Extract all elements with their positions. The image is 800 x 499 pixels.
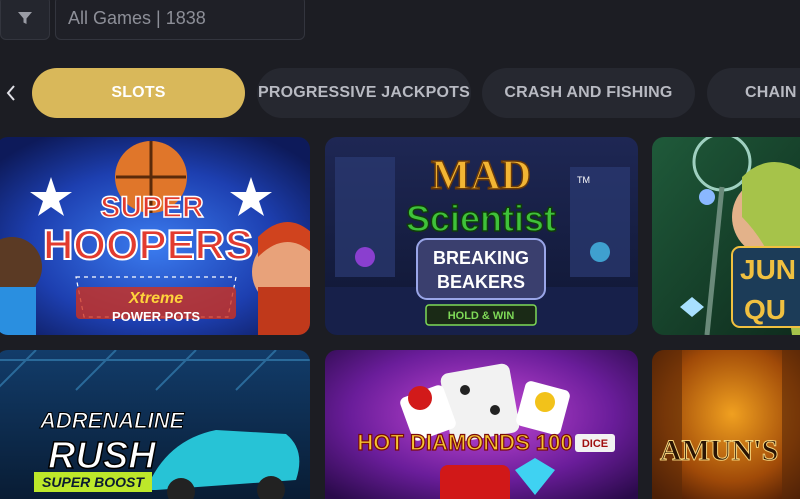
jungle-queen-line1: JUN xyxy=(740,254,796,285)
mad-scientist-line1: MAD xyxy=(431,153,531,199)
tab-progressive-jackpots-label: PROGRESSIVE JACKPOTS xyxy=(257,84,471,101)
adrenaline-rush-line2: RUSH xyxy=(48,435,157,477)
tab-crash-and-fishing[interactable]: CRASH AND FISHING xyxy=(482,68,695,118)
mad-scientist-line2: Scientist xyxy=(406,198,556,239)
mad-scientist-sub2: BEAKERS xyxy=(437,272,525,292)
hot-diamonds-badge: DICE xyxy=(582,438,608,450)
filter-button[interactable] xyxy=(0,0,50,40)
mad-scientist-tm: TM xyxy=(577,175,590,185)
amuns-book-line1: AMUN'S xyxy=(660,434,778,467)
chevron-left-icon xyxy=(6,85,15,101)
adrenaline-rush-artwork: ADRENALINE RUSH SUPER BOOST xyxy=(0,350,310,499)
tabs-scroll-left-button[interactable] xyxy=(0,78,22,108)
hot-diamonds-line1: HOT DIAMONDS 100 xyxy=(357,430,572,455)
mad-scientist-badge: HOLD & WIN xyxy=(448,310,515,322)
super-hoopers-sub2: POWER POTS xyxy=(112,309,200,324)
super-hoopers-line2: HOOPERS xyxy=(43,221,253,268)
jungle-queen-line2: QU xyxy=(744,294,786,325)
game-search-value: All Games | 1838 xyxy=(68,7,206,28)
tab-chain[interactable]: CHAIN xyxy=(707,68,800,118)
super-hoopers-line1: SUPER xyxy=(100,191,204,224)
game-card-hot-diamonds[interactable]: HOT DIAMONDS 100 DICE xyxy=(325,350,638,499)
tab-progressive-jackpots[interactable]: PROGRESSIVE JACKPOTS xyxy=(257,68,471,118)
mad-scientist-sub1: BREAKING xyxy=(433,248,529,268)
game-card-jungle-queen[interactable]: JUN QU xyxy=(652,137,800,335)
amuns-book-artwork: AMUN'S xyxy=(652,350,800,499)
adrenaline-rush-line1: ADRENALINE xyxy=(39,408,186,433)
casino-lobby: All Games | 1838 SLOTS PROGRESSIVE JACKP… xyxy=(0,0,800,499)
super-hoopers-sub1: Xtreme xyxy=(128,290,183,307)
mad-scientist-artwork: MAD TM Scientist BREAKING BEAKERS HOLD &… xyxy=(325,137,638,335)
hot-diamonds-artwork: HOT DIAMONDS 100 DICE xyxy=(325,350,638,499)
super-hoopers-artwork: SUPER HOOPERS Xtreme POWER POTS xyxy=(0,137,310,335)
tab-slots[interactable]: SLOTS xyxy=(32,68,245,118)
game-card-adrenaline-rush[interactable]: ADRENALINE RUSH SUPER BOOST xyxy=(0,350,310,499)
adrenaline-rush-sub1: SUPER BOOST xyxy=(42,474,145,490)
game-search-field[interactable]: All Games | 1838 xyxy=(55,0,305,40)
game-card-amuns-book[interactable]: AMUN'S xyxy=(652,350,800,499)
tab-crash-and-fishing-label: CRASH AND FISHING xyxy=(504,84,673,101)
tab-chain-label: CHAIN xyxy=(745,84,797,101)
game-card-super-hoopers[interactable]: SUPER HOOPERS Xtreme POWER POTS xyxy=(0,137,310,335)
game-card-mad-scientist[interactable]: MAD TM Scientist BREAKING BEAKERS HOLD &… xyxy=(325,137,638,335)
filter-icon xyxy=(18,12,32,24)
tab-slots-label: SLOTS xyxy=(111,84,166,101)
jungle-queen-artwork: JUN QU xyxy=(652,137,800,335)
